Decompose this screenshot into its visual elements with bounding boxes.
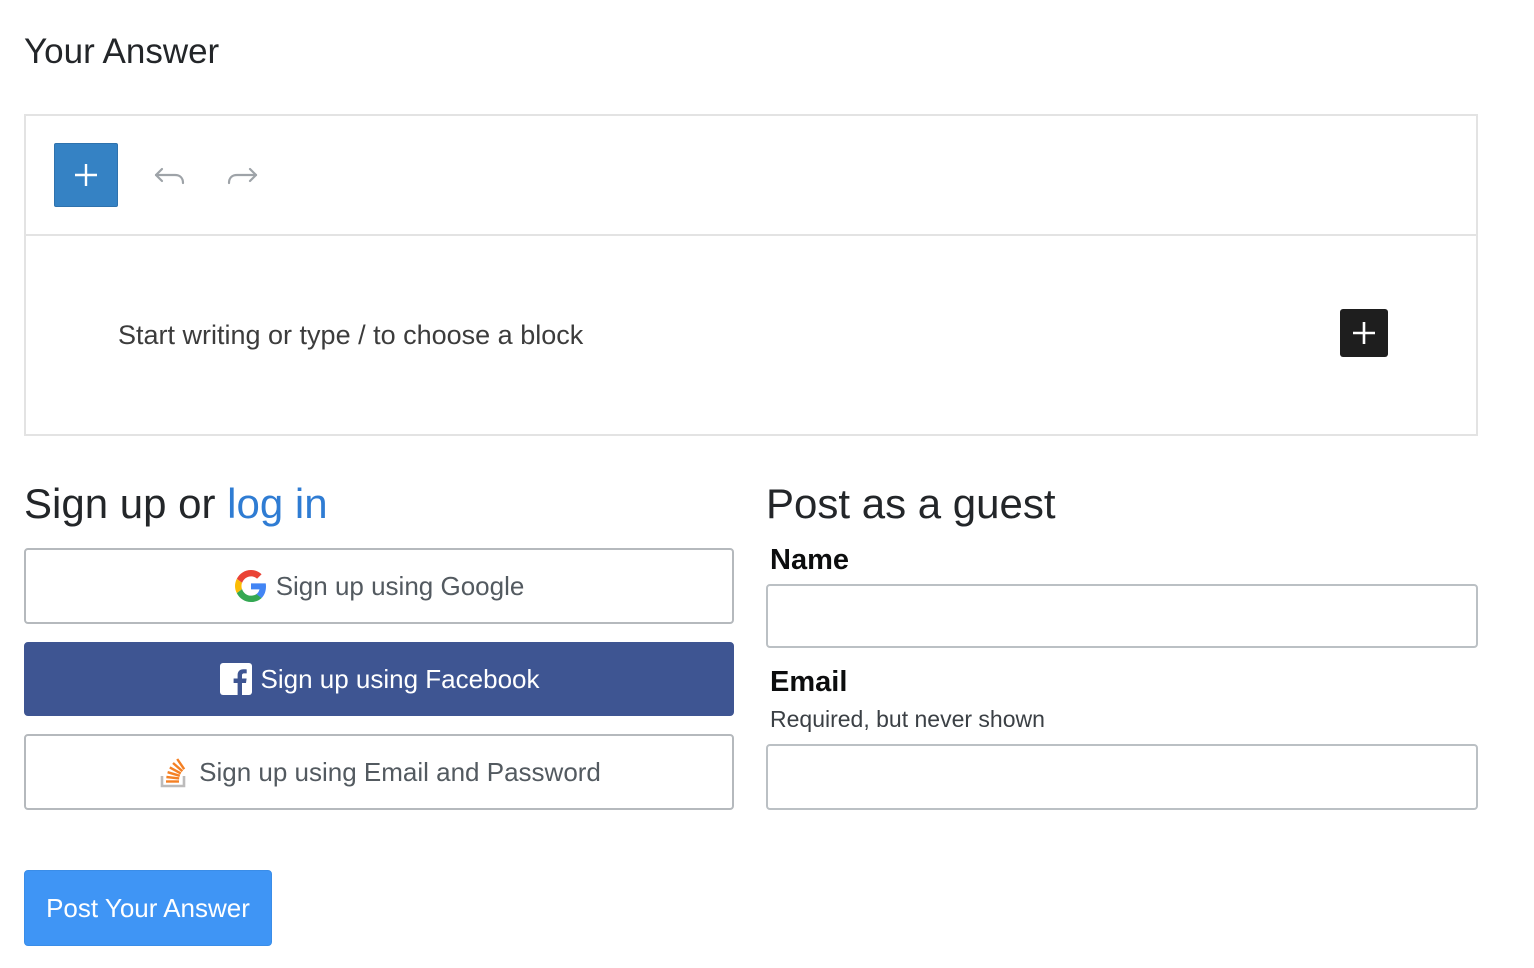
undo-icon	[154, 167, 185, 185]
redo-icon	[227, 167, 258, 185]
signup-heading-prefix: Sign up or	[24, 480, 228, 527]
name-input[interactable]	[766, 584, 1478, 648]
google-icon	[234, 569, 268, 603]
email-input[interactable]	[766, 744, 1478, 810]
email-label: Email	[770, 666, 848, 698]
facebook-signup-label: Sign up using Facebook	[260, 663, 540, 694]
facebook-signup-button[interactable]: Sign up using Facebook	[24, 642, 734, 716]
editor-toolbar	[26, 116, 1476, 236]
email-signup-button[interactable]: Sign up using Email and Password	[24, 734, 734, 810]
editor-placeholder[interactable]: Start writing or type / to choose a bloc…	[118, 320, 583, 351]
google-signup-label: Sign up using Google	[275, 570, 525, 601]
guest-heading: Post as a guest	[766, 480, 1056, 527]
block-inserter-button[interactable]	[54, 143, 118, 207]
google-signup-button[interactable]: Sign up using Google	[24, 548, 734, 624]
undo-button[interactable]	[152, 158, 188, 194]
post-answer-button[interactable]: Post Your Answer	[24, 870, 272, 946]
facebook-icon	[219, 662, 253, 696]
stackoverflow-icon	[157, 755, 191, 789]
name-label: Name	[770, 544, 849, 576]
block-editor: Start writing or type / to choose a bloc…	[24, 114, 1478, 436]
redo-button[interactable]	[224, 158, 260, 194]
signup-heading: Sign up or log in	[24, 480, 328, 528]
plus-icon	[1353, 322, 1375, 344]
login-link[interactable]: log in	[227, 480, 327, 527]
editor-canvas[interactable]: Start writing or type / to choose a bloc…	[26, 236, 1476, 434]
add-block-button[interactable]	[1340, 309, 1388, 357]
your-answer-heading: Your Answer	[24, 32, 220, 71]
email-description: Required, but never shown	[770, 706, 1045, 732]
plus-icon	[75, 164, 97, 186]
email-signup-label: Sign up using Email and Password	[199, 756, 601, 787]
